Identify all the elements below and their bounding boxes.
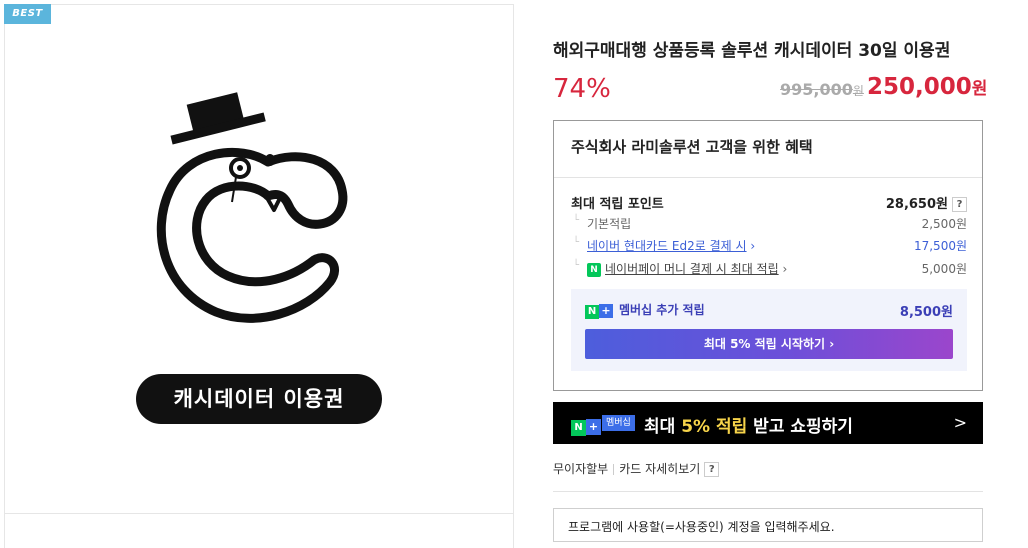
membership-banner[interactable]: N + 멤버십 최대 5% 적립 받고 쇼핑하기 >	[553, 402, 983, 444]
divider	[613, 464, 615, 475]
product-info-panel: 해외구매대행 상품등록 솔루션 캐시데이터 30일 이용권 74% 995,00…	[514, 0, 1028, 548]
membership-row: N + 멤버십 추가 적립 8,500원	[585, 301, 953, 320]
divider	[554, 177, 982, 178]
card-detail-link[interactable]: 카드 자세히보기	[619, 462, 700, 476]
membership-panel: N + 멤버십 추가 적립 8,500원 최대 5% 적립 시작하기 ›	[571, 289, 967, 371]
npay-points-value: 5,000원	[921, 262, 967, 276]
card-points-row[interactable]: 네이버 현대카드 Ed2로 결제 시 › 17,500원	[571, 237, 967, 254]
npay-points-link[interactable]: 네이버페이 머니 결제 시 최대 적립	[605, 262, 779, 276]
product-title: 해외구매대행 상품등록 솔루션 캐시데이터 30일 이용권	[553, 41, 951, 61]
banner-text: 최대 5% 적립 받고 쇼핑하기	[644, 417, 853, 437]
original-price: 995,000원	[780, 80, 864, 99]
basic-points-label: 기본적립	[587, 217, 632, 231]
max-points-value: 28,650원	[885, 197, 948, 212]
benefit-box: 주식회사 라미솔루션 고객을 위한 혜택 최대 적립 포인트 28,650원? …	[553, 120, 983, 391]
basic-points-row: 기본적립 2,500원	[571, 215, 967, 232]
naver-plus-membership-icon: N + 멤버십	[571, 415, 635, 436]
help-button[interactable]: ?	[952, 197, 967, 212]
membership-value: 8,500원	[899, 305, 953, 320]
naverpay-icon: N	[587, 262, 601, 277]
account-input[interactable]: 프로그램에 사용할(=사용중인) 계정을 입력해주세요.	[553, 508, 983, 542]
cashdata-logo-icon	[156, 92, 348, 323]
chevron-right-icon: >	[953, 413, 967, 432]
npay-points-row[interactable]: N 네이버페이 머니 결제 시 최대 적립 › 5,000원	[571, 260, 967, 277]
start-points-button[interactable]: 최대 5% 적립 시작하기 ›	[585, 329, 953, 359]
naver-plus-icon: N +	[585, 303, 613, 319]
chevron-right-icon: ›	[746, 239, 756, 253]
help-button[interactable]: ?	[704, 462, 720, 477]
max-points-label: 최대 적립 포인트	[571, 197, 664, 212]
card-points-link[interactable]: 네이버 현대카드 Ed2로 결제 시	[587, 239, 747, 253]
divider	[553, 491, 983, 492]
thumbnail-strip	[4, 512, 514, 548]
discount-rate: 74%	[553, 74, 611, 104]
interest-free-link[interactable]: 무이자할부	[553, 462, 608, 476]
payment-links: 무이자할부 카드 자세히보기?	[553, 460, 720, 477]
membership-label: 멤버십 추가 적립	[619, 303, 705, 317]
product-name-pill: 캐시데이터 이용권	[136, 374, 382, 424]
sale-price: 250,000원	[867, 74, 988, 100]
card-points-value: 17,500원	[913, 239, 967, 253]
max-points-row: 최대 적립 포인트 28,650원?	[571, 193, 967, 212]
best-badge: BEST	[4, 4, 51, 24]
chevron-right-icon: ›	[778, 262, 788, 276]
basic-points-value: 2,500원	[921, 217, 967, 231]
benefit-title: 주식회사 라미솔루션 고객을 위한 혜택	[571, 138, 813, 156]
